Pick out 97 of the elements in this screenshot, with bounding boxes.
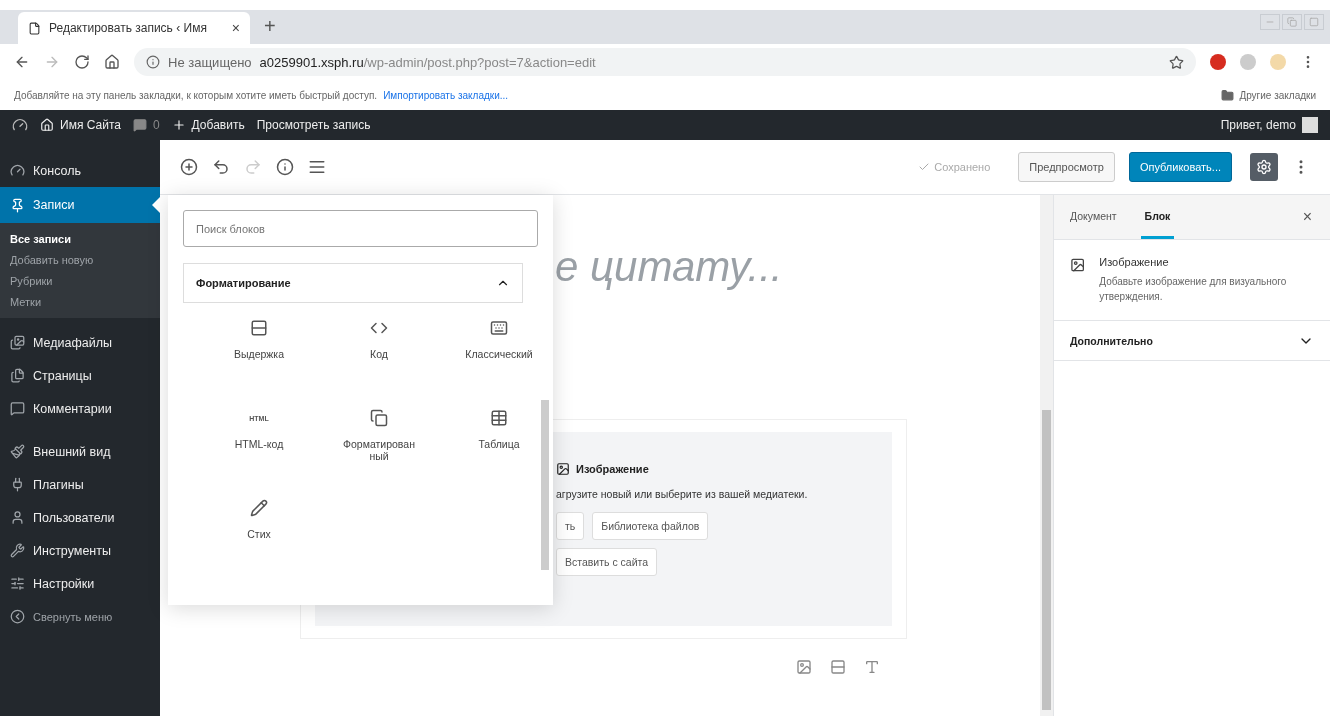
plus-icon: [171, 118, 186, 132]
menu-item[interactable]: Инструменты: [0, 534, 160, 567]
address-bar[interactable]: Не защищено a0259901.xsph.ru/wp-admin/post.php?post=7&action=edit: [134, 48, 1196, 76]
url-text: a0259901.xsph.ru/wp-admin/post.php?post=7&action=edit: [259, 54, 596, 70]
menu-icon: [10, 576, 25, 591]
greeting-link[interactable]: Привет, demo: [1220, 118, 1296, 132]
page-icon: [28, 21, 41, 35]
security-label: Не защищено: [168, 54, 252, 70]
submenu-item[interactable]: Метки: [0, 296, 160, 308]
block-title: Изображение: [576, 463, 649, 475]
block-icon: [490, 409, 508, 427]
menu-icon: [10, 477, 25, 492]
menu-icon: [10, 163, 25, 178]
menu-icon: [10, 335, 25, 350]
menu-item[interactable]: Настройки: [0, 567, 160, 600]
back-icon: [14, 54, 30, 70]
bookmarks-hint: Добавляйте на эту панель закладки, к которым хотите иметь быстрый доступ.: [14, 89, 378, 101]
block-option[interactable]: Код: [341, 349, 417, 361]
new-tab-button[interactable]: +: [264, 15, 276, 38]
block-option[interactable]: Форматированный: [341, 439, 417, 463]
advanced-panel-header[interactable]: Дополнительно: [1054, 321, 1330, 361]
comment-icon: [132, 118, 147, 132]
home-icon: [40, 118, 54, 132]
block-option[interactable]: Выдержка: [221, 349, 297, 361]
text-icon[interactable]: [864, 659, 880, 675]
undo-icon[interactable]: [212, 158, 230, 176]
collapse-icon: [10, 609, 25, 624]
info-icon[interactable]: [276, 158, 294, 176]
block-icon: [250, 499, 268, 517]
menu-icon: [10, 401, 25, 416]
block-description: Добавьте изображение для визуального утверждения.: [1099, 275, 1288, 304]
menu-icon: [10, 510, 25, 525]
sidebar-tab[interactable]: Документ: [1066, 195, 1121, 239]
comment-count[interactable]: 0: [152, 118, 160, 132]
preview-button[interactable]: Предпросмотр: [1018, 152, 1115, 182]
menu-icon: [10, 368, 25, 383]
block-option[interactable]: Классический: [461, 349, 537, 361]
reload-icon: [74, 54, 90, 70]
block-option[interactable]: Стих: [221, 529, 297, 541]
block-option[interactable]: Таблица: [461, 439, 537, 451]
view-post-link[interactable]: Просмотреть запись: [256, 118, 371, 132]
image-source-button[interactable]: Библиотека файлов: [592, 512, 709, 540]
home-icon: [104, 54, 120, 70]
folder-icon: [1221, 88, 1235, 102]
image-icon: [1070, 256, 1086, 274]
menu-item[interactable]: Внешний вид: [0, 435, 160, 468]
block-icon: [250, 319, 268, 337]
menu-item[interactable]: Пользователи: [0, 501, 160, 534]
saved-status: Сохранено: [934, 161, 991, 173]
menu-item[interactable]: Комментарии: [0, 392, 160, 425]
image-source-button[interactable]: ть: [556, 512, 585, 540]
menu-item[interactable]: Страницы: [0, 359, 160, 392]
block-icon: [490, 319, 508, 337]
check-icon: [918, 161, 931, 173]
collapse-menu-button[interactable]: Свернуть меню: [0, 600, 160, 633]
outline-icon[interactable]: [308, 158, 326, 176]
forward-icon: [44, 54, 60, 70]
submenu-item[interactable]: Добавить новую: [0, 254, 160, 266]
image-icon: [556, 462, 570, 476]
image-icon[interactable]: [796, 659, 812, 675]
gallery-icon[interactable]: [830, 659, 846, 675]
menu-icon: [10, 543, 25, 558]
extension-icon[interactable]: [1210, 54, 1226, 70]
submenu-item[interactable]: Все записи: [0, 233, 160, 245]
menu-item[interactable]: Консоль: [0, 154, 160, 187]
tab-close-button[interactable]: ×: [231, 20, 240, 36]
close-button[interactable]: ×: [1296, 195, 1318, 239]
block-name: Изображение: [1099, 256, 1170, 268]
restore-icon: [1287, 17, 1297, 27]
other-bookmarks[interactable]: Другие закладки: [1239, 89, 1316, 101]
menu-icon: [10, 197, 25, 213]
tab-title: Редактировать запись ‹ Имя: [49, 21, 208, 35]
block-icon: [370, 409, 388, 427]
star-icon[interactable]: [1169, 54, 1184, 70]
add-block-icon[interactable]: [180, 158, 198, 176]
settings-button[interactable]: [1250, 153, 1278, 181]
image-instructions: агрузите новый или выберите из вашей медиатеки.: [556, 488, 809, 500]
scrollbar-thumb[interactable]: [1042, 410, 1051, 710]
site-name-link[interactable]: Имя Сайта: [60, 118, 121, 132]
square-icon: [1309, 17, 1319, 27]
publish-button[interactable]: Опубликовать...: [1128, 152, 1232, 182]
browser-tab[interactable]: Редактировать запись ‹ Имя ×: [18, 12, 250, 44]
image-source-button[interactable]: Вставить с сайта: [556, 548, 658, 576]
block-search-field[interactable]: Поиск блоков: [183, 210, 538, 247]
add-new-link[interactable]: Добавить: [191, 118, 245, 132]
menu-item[interactable]: Записи: [0, 187, 160, 223]
import-bookmarks-link[interactable]: Импортировать закладки...: [383, 89, 509, 101]
scrollbar-thumb[interactable]: [541, 400, 549, 570]
sidebar-tab[interactable]: Блок: [1140, 195, 1175, 239]
menu-icon: [10, 444, 25, 459]
submenu-item[interactable]: Рубрики: [0, 275, 160, 287]
section-header[interactable]: Форматирование: [183, 263, 523, 303]
info-icon: [146, 55, 160, 69]
menu-item[interactable]: Медиафайлы: [0, 326, 160, 359]
block-option[interactable]: HTML-код: [221, 439, 297, 451]
settings-icon: [1256, 159, 1272, 175]
menu-item[interactable]: Плагины: [0, 468, 160, 501]
